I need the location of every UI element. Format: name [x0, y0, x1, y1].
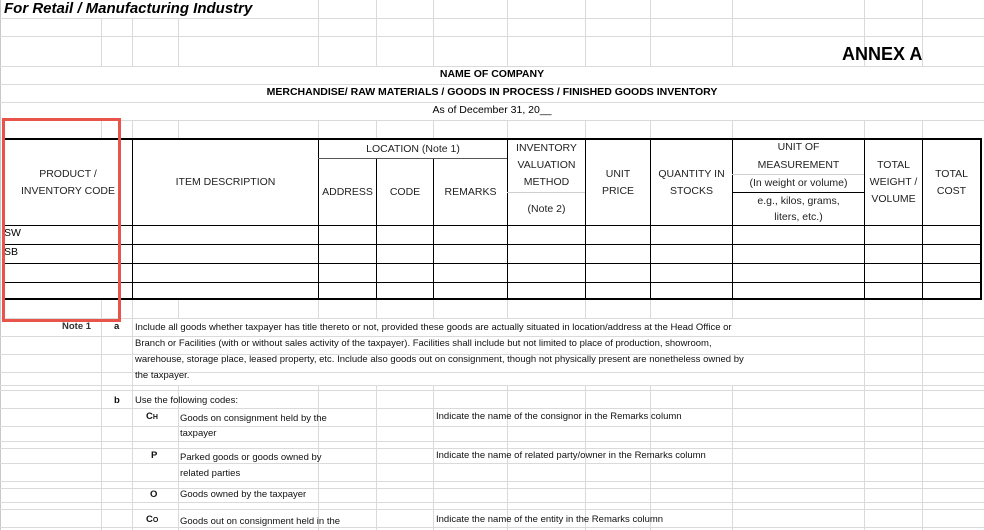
- note-b-text: Use the following codes:: [135, 395, 238, 406]
- header-code: CODE: [389, 185, 421, 198]
- code-co-desc1: Goods out on consignment held in the: [180, 516, 341, 527]
- header-quantity: QUANTITY IN STOCKS: [658, 167, 725, 197]
- code-p-instruction: Indicate the name of related party/owner…: [436, 450, 706, 461]
- header-uom-weight-volume: (In weight or volume): [749, 177, 848, 189]
- header-item-description: ITEM DESCRIPTION: [175, 176, 276, 188]
- code-ch: CH: [146, 411, 158, 422]
- highlight-box: [2, 118, 121, 322]
- note-b-label: b: [114, 395, 120, 406]
- annex-label: ANNEX A: [842, 44, 923, 64]
- code-p: P: [151, 450, 158, 461]
- header-uom-examples: e.g., kilos, grams, liters, etc.): [757, 195, 840, 223]
- header-uom: UNIT OF MEASUREMENT: [757, 141, 840, 171]
- code-co: CO: [146, 514, 159, 525]
- code-p-desc2: related parties: [180, 468, 241, 479]
- note1-label: Note 1: [62, 321, 92, 332]
- company-name: NAME OF COMPANY: [439, 68, 545, 80]
- header-total-weight: TOTAL WEIGHT / VOLUME: [869, 159, 918, 205]
- header-unit-price: UNIT PRICE: [601, 167, 635, 197]
- inventory-table: PRODUCT / INVENTORY CODE ITEM DESCRIPTIO…: [2, 138, 982, 300]
- note-a-line1: Include all goods whether taxpayer has t…: [135, 322, 732, 333]
- header-remarks: REMARKS: [444, 185, 497, 198]
- code-co-instruction: Indicate the name of the entity in the R…: [436, 514, 664, 525]
- inventory-heading: MERCHANDISE/ RAW MATERIALS / GOODS IN PR…: [266, 86, 718, 98]
- note-a-line4: the taxpayer.: [135, 370, 190, 381]
- note-a-label: a: [114, 321, 120, 332]
- header-location: LOCATION (Note 1): [366, 142, 460, 155]
- code-o-desc1: Goods owned by the taxpayer: [180, 489, 307, 500]
- document-title: For Retail / Manufacturing Industry: [4, 0, 253, 17]
- code-ch-instruction: Indicate the name of the consignor in th…: [436, 411, 682, 422]
- header-total-cost: TOTAL COST: [935, 167, 968, 197]
- header-address: ADDRESS: [322, 185, 373, 198]
- code-ch-desc2: taxpayer: [180, 428, 217, 439]
- header-valuation-method: INVENTORY VALUATION METHOD: [516, 141, 577, 188]
- note-a-line3: warehouse, storage place, leased propert…: [135, 354, 744, 365]
- header-valuation-note: (Note 2): [527, 202, 566, 215]
- note-a-line2: Branch or Facilities (with or without sa…: [135, 338, 712, 349]
- code-p-desc1: Parked goods or goods owned by: [180, 452, 322, 463]
- code-o: O: [150, 489, 158, 500]
- as-of-date: As of December 31, 20__: [432, 104, 552, 116]
